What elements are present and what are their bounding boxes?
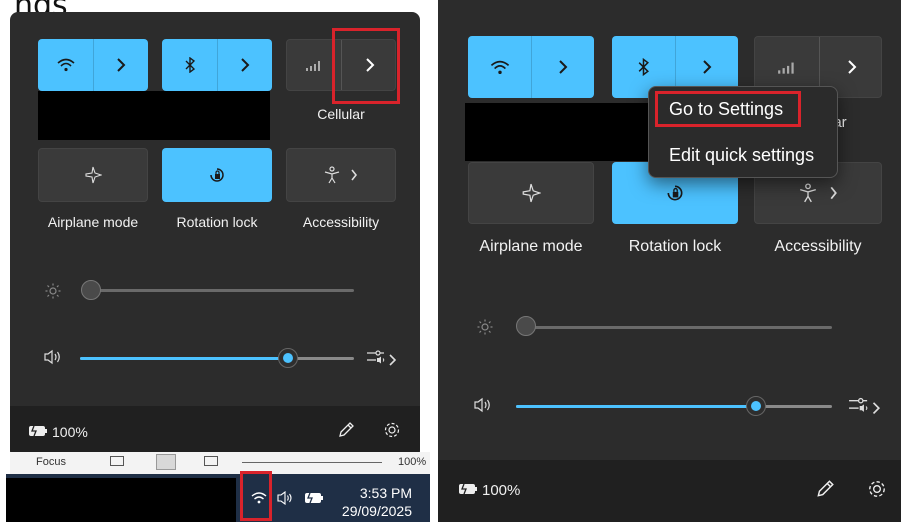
rotation-lock-label: Rotation lock <box>628 238 722 255</box>
accessibility-icon <box>799 183 817 203</box>
highlight-go-to-settings <box>655 91 801 127</box>
audio-output-icon[interactable] <box>365 348 399 368</box>
airplane-mode-tile[interactable] <box>38 148 148 202</box>
airplane-mode-label: Airplane mode <box>479 238 583 255</box>
cellular-label: Cellular <box>317 106 365 122</box>
chevron-right-icon <box>240 58 250 72</box>
bluetooth-icon <box>637 58 650 76</box>
accessibility-label: Accessibility <box>302 214 380 230</box>
wifi-toggle[interactable] <box>38 39 93 91</box>
battery-percentage[interactable]: 100% <box>482 482 520 499</box>
accessibility-label: Accessibility <box>774 238 862 255</box>
rotation-lock-icon <box>665 183 685 203</box>
clock-time: 3:53 PM <box>359 485 412 501</box>
chevron-right-icon <box>702 59 712 75</box>
chevron-right-icon <box>847 59 857 75</box>
quick-settings-panel-left: Cellular Airplane mode Rotation lock Acc… <box>10 12 420 458</box>
wifi-expand-button[interactable] <box>532 36 594 98</box>
quick-settings-panel-right: ar Airplane mode Rotation lock Accessibi… <box>438 0 901 522</box>
bluetooth-icon <box>184 57 196 73</box>
accessibility-icon <box>324 166 340 184</box>
cellular-signal-icon <box>777 60 797 74</box>
zoom-level[interactable]: 100% <box>398 456 426 468</box>
gear-icon[interactable] <box>866 478 888 500</box>
menu-item-edit-quick-settings[interactable]: Edit quick settings <box>669 145 814 166</box>
volume-fill <box>516 405 756 408</box>
speaker-icon[interactable] <box>42 348 64 366</box>
document-status-bar: Focus 100% <box>10 452 430 474</box>
redacted-area <box>38 91 270 140</box>
wifi-tile[interactable] <box>38 39 148 91</box>
bluetooth-tile[interactable] <box>162 39 272 91</box>
battery-charging-icon[interactable] <box>304 491 324 505</box>
battery-charging-icon[interactable] <box>458 482 478 496</box>
speaker-icon[interactable] <box>472 396 494 414</box>
brightness-icon <box>476 318 494 336</box>
panel-footer: 100% <box>10 406 420 458</box>
volume-thumb[interactable] <box>746 396 766 416</box>
brightness-thumb[interactable] <box>516 316 536 336</box>
web-layout-icon[interactable] <box>204 456 218 466</box>
rotation-lock-label: Rotation lock <box>176 214 258 230</box>
highlight-taskbar-wifi <box>240 471 272 521</box>
focus-mode-label[interactable]: Focus <box>36 456 66 468</box>
pencil-icon[interactable] <box>814 478 836 500</box>
cellular-signal-icon <box>305 59 323 71</box>
airplane-icon <box>521 183 541 203</box>
battery-percentage[interactable]: 100% <box>52 424 88 440</box>
chevron-right-icon <box>558 59 568 75</box>
brightness-icon <box>44 282 62 300</box>
read-mode-icon[interactable] <box>110 456 124 466</box>
chevron-right-icon <box>116 58 126 72</box>
bluetooth-expand-button[interactable] <box>218 39 272 91</box>
highlight-cellular-expand <box>332 28 400 104</box>
airplane-mode-label: Airplane mode <box>47 214 139 230</box>
clock-date: 29/09/2025 <box>341 503 412 519</box>
airplane-icon <box>84 166 102 184</box>
accessibility-tile[interactable] <box>286 148 396 202</box>
taskbar: 3:53 PM 29/09/2025 <box>6 471 430 522</box>
wifi-icon <box>490 60 510 75</box>
gear-icon[interactable] <box>382 420 402 440</box>
bluetooth-toggle[interactable] <box>162 39 217 91</box>
tile-context-menu: Go to Settings Edit quick settings <box>648 86 838 178</box>
pencil-icon[interactable] <box>336 420 356 440</box>
redacted-area <box>465 103 653 161</box>
print-layout-icon[interactable] <box>156 454 176 470</box>
audio-output-icon[interactable] <box>846 396 884 416</box>
wifi-expand-button[interactable] <box>94 39 148 91</box>
rotation-lock-icon <box>208 166 226 184</box>
battery-charging-icon[interactable] <box>28 424 48 438</box>
chevron-right-icon <box>829 186 838 200</box>
taskbar-clock[interactable]: 3:53 PM 29/09/2025 <box>330 484 412 520</box>
brightness-thumb[interactable] <box>81 280 101 300</box>
airplane-mode-tile[interactable] <box>468 162 594 224</box>
rotation-lock-tile[interactable] <box>162 148 272 202</box>
panel-footer: 100% <box>438 460 901 522</box>
speaker-icon[interactable] <box>276 490 296 506</box>
volume-thumb[interactable] <box>278 348 298 368</box>
wifi-icon <box>56 58 75 72</box>
brightness-track[interactable] <box>526 326 832 329</box>
brightness-track[interactable] <box>90 289 354 292</box>
wifi-toggle[interactable] <box>468 36 531 98</box>
wifi-tile[interactable] <box>468 36 594 98</box>
redacted-area <box>6 478 236 522</box>
zoom-slider[interactable] <box>242 462 382 463</box>
volume-fill <box>80 357 288 360</box>
chevron-right-icon <box>350 169 358 181</box>
